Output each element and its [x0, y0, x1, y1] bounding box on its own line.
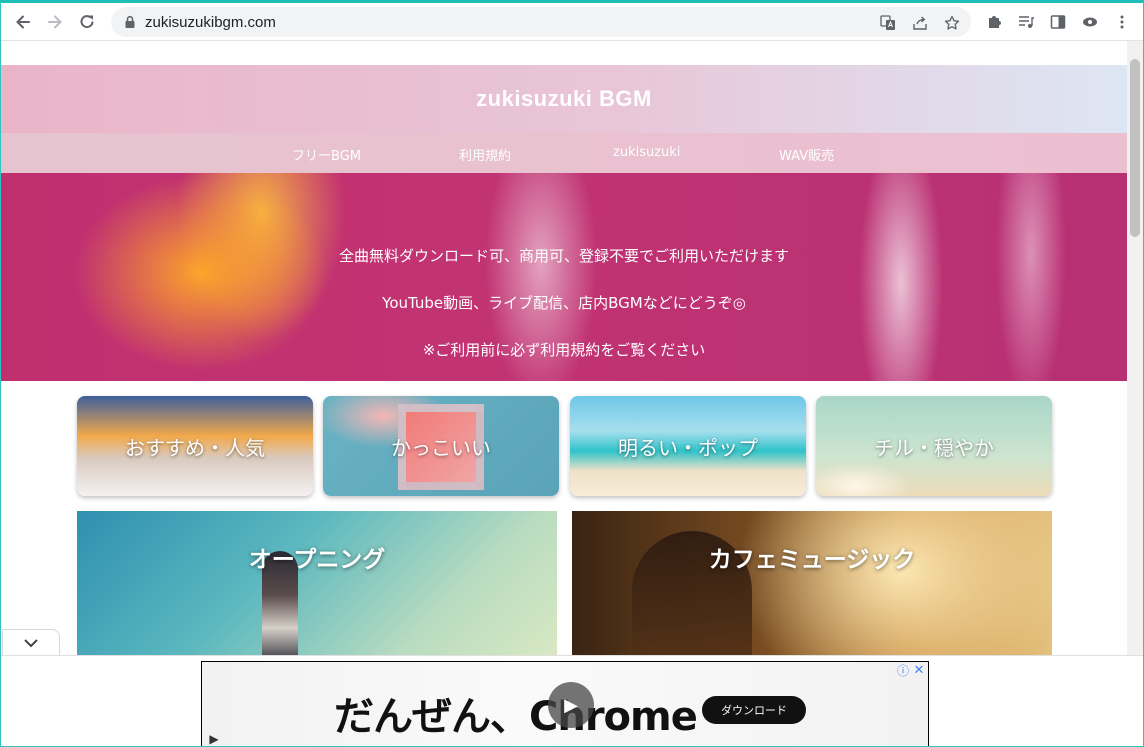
play-icon[interactable]: ▶: [548, 682, 594, 728]
back-button[interactable]: [7, 6, 39, 38]
browser-toolbar: zukisuzukibgm.com: [1, 3, 1143, 41]
nav-free-bgm[interactable]: フリーBGM: [292, 145, 361, 164]
category-label: かっこいい: [391, 435, 491, 460]
ad-banner[interactable]: だんぜん、Chrome ▶ ダウンロード ⓘ ✕ ▶: [201, 661, 929, 746]
side-panel-icon[interactable]: [1047, 11, 1069, 33]
feature-card-cafe-music[interactable]: カフェミュージック: [572, 511, 1052, 655]
hero-banner: 全曲無料ダウンロード可、商用可、登録不要でご利用いただけます YouTube動画…: [1, 173, 1127, 381]
site-header: zukisuzuki BGM: [1, 65, 1127, 133]
chevron-down-icon: [24, 638, 38, 647]
translate-icon[interactable]: [877, 12, 899, 34]
puzzle-icon[interactable]: [983, 11, 1005, 33]
category-label: 明るい・ポップ: [618, 435, 758, 460]
site-nav: フリーBGM 利用規約 zukisuzuki WAV販売: [1, 133, 1127, 173]
category-label: チル・穏やか: [874, 435, 994, 460]
hero-line-1: 全曲無料ダウンロード可、商用可、登録不要でご利用いただけます: [338, 247, 789, 265]
nav-terms[interactable]: 利用規約: [459, 145, 511, 164]
hero-line-2: YouTube動画、ライブ配信、店内BGMなどにどうぞ◎: [382, 294, 746, 312]
anchor-ad-bar: だんぜん、Chrome ▶ ダウンロード ⓘ ✕ ▶: [1, 655, 1143, 746]
reload-button[interactable]: [71, 6, 103, 38]
arrow-left-icon: [16, 15, 30, 28]
arrow-right-icon: [48, 15, 62, 28]
browser-window: zukisuzukibgm.com zukisuzuki BGM フリーBGM …: [0, 0, 1144, 747]
url-text[interactable]: zukisuzukibgm.com: [145, 14, 276, 31]
feature-label: カフェミュージック: [708, 547, 916, 573]
play-arrow-icon[interactable]: ▶: [207, 731, 221, 746]
ad-download-button[interactable]: ダウンロード: [702, 696, 806, 724]
forward-button[interactable]: [39, 6, 71, 38]
nav-wav-shop[interactable]: WAV販売: [779, 145, 834, 164]
media-queue-icon[interactable]: [1015, 11, 1037, 33]
share-icon[interactable]: [909, 12, 931, 34]
close-icon[interactable]: ✕: [912, 663, 926, 678]
category-card-bright-pop[interactable]: 明るい・ポップ: [570, 396, 806, 496]
category-card-recommended[interactable]: おすすめ・人気: [77, 396, 313, 496]
profile-icon[interactable]: [1079, 11, 1101, 33]
address-bar[interactable]: zukisuzukibgm.com: [111, 7, 971, 37]
star-icon[interactable]: [941, 12, 963, 34]
ad-headline: だんぜん、Chrome: [334, 694, 698, 740]
nav-zukisuzuki[interactable]: zukisuzuki: [613, 145, 680, 160]
hero-line-3: ※ご利用前に必ず利用規約をご覧ください: [422, 341, 706, 359]
scrollbar-thumb[interactable]: [1130, 59, 1140, 237]
category-card-cool[interactable]: かっこいい: [323, 396, 559, 496]
category-card-chill[interactable]: チル・穏やか: [816, 396, 1052, 496]
category-label: おすすめ・人気: [125, 435, 265, 460]
reload-icon: [80, 14, 94, 28]
feature-card-opening[interactable]: オープニング: [77, 511, 557, 655]
lock-icon[interactable]: [123, 15, 137, 29]
collapse-ad-button[interactable]: [2, 629, 60, 655]
site-title[interactable]: zukisuzuki BGM: [476, 86, 652, 112]
page-content: zukisuzuki BGM フリーBGM 利用規約 zukisuzuki WA…: [1, 41, 1127, 655]
feature-label: オープニング: [248, 547, 386, 573]
kebab-menu-icon[interactable]: [1111, 11, 1133, 33]
info-icon[interactable]: ⓘ: [896, 663, 910, 678]
